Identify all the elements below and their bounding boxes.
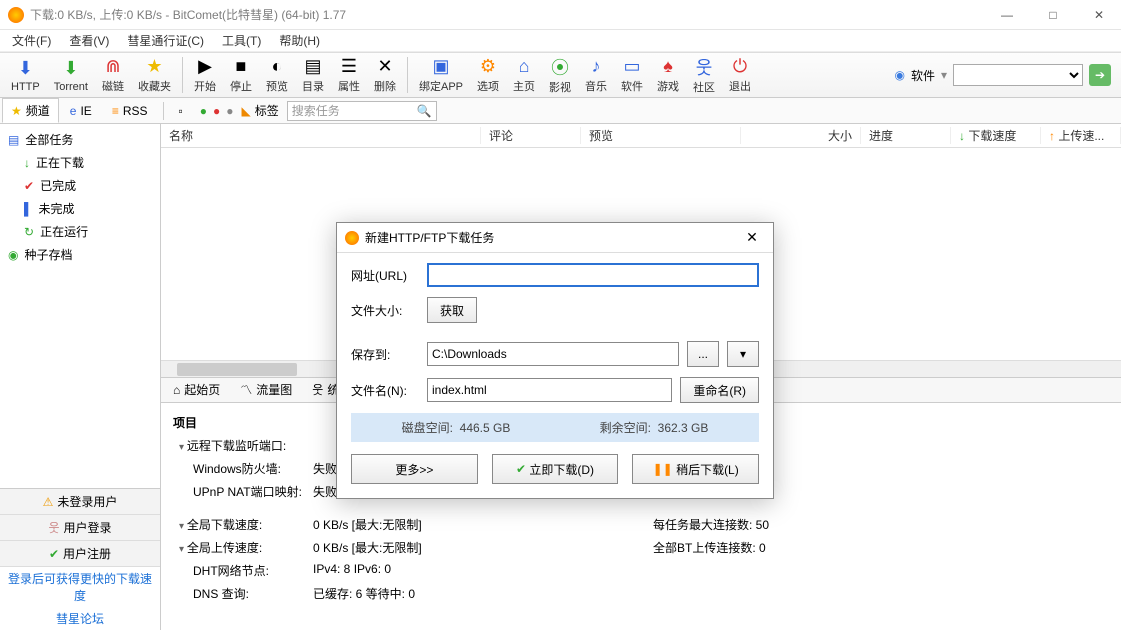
dialog-icon [345,231,359,245]
menu-item[interactable]: 工具(T) [214,30,269,51]
speed-link[interactable]: 登录后可获得更快的下载速度 [0,567,160,607]
title-text: 下载:0 KB/s, 上传:0 KB/s - BitComet(比特彗星) (6… [30,6,993,23]
tab-ie[interactable]: eIE [61,98,101,123]
menu-item[interactable]: 帮助(H) [271,30,328,51]
search-icon[interactable]: 🔍 [417,104,432,118]
toolbar-opts[interactable]: ⚙选项 [470,54,506,96]
col-progress[interactable]: 进度 [861,127,951,144]
size-label: 文件大小: [351,302,419,319]
maximize-button[interactable]: □ [1039,4,1067,26]
toolbar-video[interactable]: ⦿影视 [542,54,578,96]
col-dlspeed[interactable]: ↓ 下载速度 [951,127,1041,144]
new-download-dialog: 新建HTTP/FTP下载任务 ✕ 网址(URL) 文件大小: 获取 保存到: .… [336,222,774,499]
tab-rss[interactable]: ≡RSS [103,98,157,123]
soft-select[interactable] [953,64,1083,86]
toolbar-app[interactable]: ▣绑定APP [412,54,470,96]
saveto-menu-button[interactable]: ▾ [727,341,759,367]
toolbar-preview[interactable]: ◐预览 [259,54,295,96]
search-input[interactable]: 搜索任务 [287,101,437,121]
tree-notdone[interactable]: ▌未完成 [2,197,158,220]
tags-label[interactable]: 标签 [255,102,279,119]
url-input[interactable] [427,263,759,287]
toolbar-fav[interactable]: ★收藏夹 [131,54,178,96]
download-now-button[interactable]: ✔ 立即下载(D) [492,454,619,484]
col-name[interactable]: 名称 [161,127,481,144]
col-comment[interactable]: 评论 [481,127,581,144]
col-size[interactable]: 大小 [741,127,861,144]
tree-done[interactable]: ✔已完成 [2,174,158,197]
not-logged-row: ⚠未登录用户 [0,489,160,515]
download-later-button[interactable]: ❚❚ 稍后下载(L) [632,454,759,484]
dialog-close-button[interactable]: ✕ [739,229,765,246]
toolbar-del[interactable]: ✕删除 [367,54,403,96]
toolbar-game[interactable]: ♠游戏 [650,54,686,96]
toolbar-music[interactable]: ♪音乐 [578,54,614,96]
toolbar-http[interactable]: ⬇HTTP [4,54,47,96]
dialog-title: 新建HTTP/FTP下载任务 [365,229,494,246]
forum-link[interactable]: 彗星论坛 [0,607,160,630]
menu-item[interactable]: 查看(V) [61,30,117,51]
toolbar-list[interactable]: ▤目录 [295,54,331,96]
new-tab-btn[interactable]: ▫ [170,100,192,122]
btab-flow[interactable]: 〽流量图 [232,378,300,401]
go-button[interactable]: ➔ [1089,64,1111,86]
tab-channel[interactable]: ★频道 [2,98,59,123]
close-button[interactable]: ✕ [1085,4,1113,26]
toolbar-start[interactable]: ▶开始 [187,54,223,96]
menu-item[interactable]: 文件(F) [4,30,59,51]
toolbar-soft[interactable]: ▭软件 [614,54,650,96]
menu-item[interactable]: 彗星通行证(C) [119,30,212,51]
tree-seeds[interactable]: ◉种子存档 [2,243,158,266]
toolbar-home[interactable]: ⌂主页 [506,54,542,96]
toolbar-magnet[interactable]: ⋒磁链 [95,54,131,96]
rename-button[interactable]: 重命名(R) [680,377,759,403]
minimize-button[interactable]: — [993,4,1021,26]
saveto-label: 保存到: [351,346,419,363]
filename-label: 文件名(N): [351,382,419,399]
login-button[interactable]: 웃用户登录 [0,515,160,541]
filename-input[interactable] [427,378,672,402]
get-size-button[interactable]: 获取 [427,297,477,323]
app-icon [8,7,24,23]
soft-label: 软件 [911,67,935,84]
toolbar-exit[interactable]: ⏻退出 [722,54,758,96]
disk-space-bar: 磁盘空间: 446.5 GB 剩余空间: 362.3 GB [351,413,759,442]
browse-button[interactable]: ... [687,341,719,367]
saveto-input[interactable] [427,342,679,366]
tree-running[interactable]: ↻正在运行 [2,220,158,243]
btab-start[interactable]: ⌂起始页 [165,378,228,401]
tree-downloading[interactable]: ↓正在下载 [2,151,158,174]
toolbar-comm[interactable]: 웃社区 [686,54,722,96]
col-ulspeed[interactable]: ↑ 上传速... [1041,127,1121,144]
search-placeholder: 搜索任务 [292,102,340,119]
toolbar-stop[interactable]: ■停止 [223,54,259,96]
col-preview[interactable]: 预览 [581,127,741,144]
toolbar-prop[interactable]: ☰属性 [331,54,367,96]
toolbar-torrent[interactable]: ⬇Torrent [47,54,95,96]
tree-all[interactable]: ▤全部任务 [2,128,158,151]
more-button[interactable]: 更多>> [351,454,478,484]
detail-heading: 项目 [173,414,197,431]
url-label: 网址(URL) [351,267,419,284]
register-button[interactable]: ✔用户注册 [0,541,160,567]
